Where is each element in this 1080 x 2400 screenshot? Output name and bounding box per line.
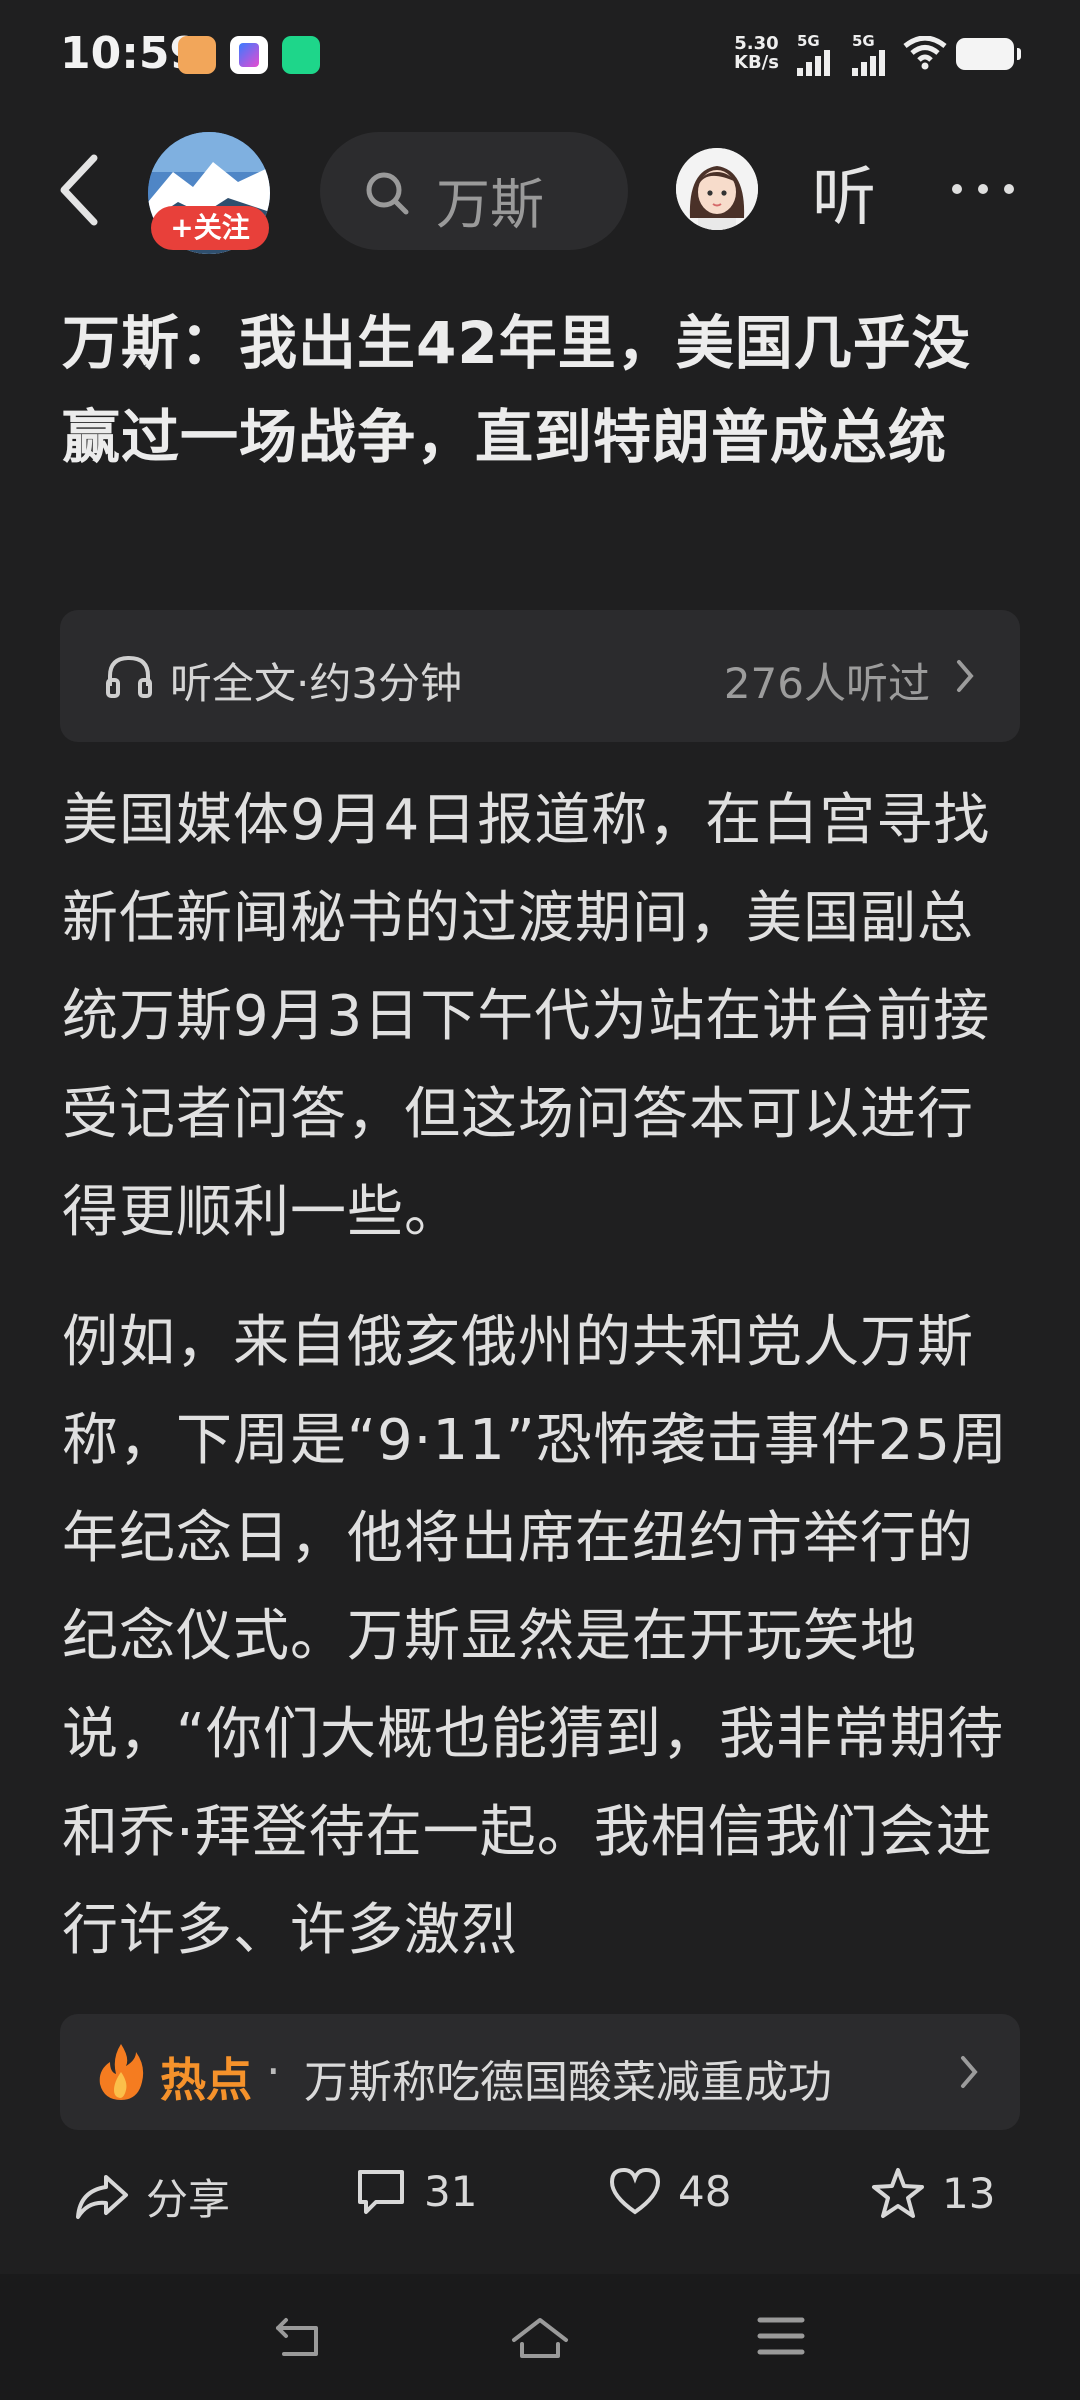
wifi-icon xyxy=(903,36,947,70)
listen-label: 听全文·约3分钟 xyxy=(170,659,463,708)
network-speed: 5.30 KB/s xyxy=(734,34,779,72)
article-paragraph: 例如，来自俄亥俄州的共和党人万斯称，下周是“9·11”恐怖袭击事件25周年纪念日… xyxy=(62,1310,1008,1963)
search-query: 万斯 xyxy=(436,173,544,236)
listen-count: 276人听过 xyxy=(723,659,930,708)
chevron-right-icon xyxy=(957,660,974,692)
favorite-count: 13 xyxy=(942,2168,996,2218)
share-icon xyxy=(76,2174,128,2219)
network-speed-unit: KB/s xyxy=(734,52,779,73)
app-notification-icon xyxy=(178,36,216,74)
star-icon xyxy=(872,2168,924,2218)
heart-icon xyxy=(609,2167,661,2215)
listen-full-text-bar[interactable]: 听全文·约3分钟 276人听过 xyxy=(60,610,1020,742)
hot-label: 热点 xyxy=(160,2053,252,2107)
comment-icon xyxy=(358,2170,404,2214)
favorite-button[interactable]: 13 xyxy=(870,2166,995,2220)
nav-menu-icon[interactable] xyxy=(756,2314,806,2358)
like-count: 48 xyxy=(678,2166,732,2216)
article-paragraph: 美国媒体9月4日报道称，在白宫寻找新任新闻秘书的过渡期间，美国副总统万斯9月3日… xyxy=(62,788,991,1245)
nav-home-icon[interactable] xyxy=(510,2314,570,2362)
search-icon xyxy=(366,172,409,215)
like-button[interactable]: 48 xyxy=(608,2166,731,2216)
app-notification-icon xyxy=(282,36,320,74)
headphones-icon xyxy=(106,655,152,698)
article-title: 万斯：我出生42年里，美国几乎没赢过一场战争，直到特朗普成总统 xyxy=(62,309,971,471)
nav-back-icon[interactable] xyxy=(272,2314,328,2362)
comment-count: 31 xyxy=(424,2166,478,2216)
battery-icon xyxy=(956,38,1021,70)
hot-topic-bar[interactable]: 热点 · 万斯称吃德国酸菜减重成功 xyxy=(60,2014,1020,2130)
status-bar: 10:59 5.30 KB/s 5G 5G xyxy=(0,0,1080,110)
follow-button[interactable]: +关注 xyxy=(151,206,269,250)
app-notification-icon xyxy=(230,36,268,74)
chevron-right-icon xyxy=(961,2056,978,2088)
notification-icons xyxy=(178,36,320,74)
assistant-girl-icon xyxy=(676,148,758,230)
listen-button[interactable]: 听 xyxy=(812,146,876,238)
network-speed-value: 5.30 xyxy=(734,33,779,54)
back-icon[interactable] xyxy=(50,150,110,230)
signal-1-label: 5G xyxy=(797,32,820,50)
share-label: 分享 xyxy=(146,2175,231,2224)
signal-2-label: 5G xyxy=(852,32,875,50)
system-navigation-bar xyxy=(0,2274,1080,2400)
top-navigation: +关注 万斯 听 xyxy=(0,120,1080,270)
action-bar: 分享 31 48 13 xyxy=(0,2150,1080,2244)
hot-separator: · xyxy=(266,2044,281,2098)
flame-icon xyxy=(99,2044,144,2100)
hot-headline: 万斯称吃德国酸菜减重成功 xyxy=(304,2057,832,2108)
assistant-avatar[interactable] xyxy=(676,148,758,230)
share-button[interactable]: 分享 xyxy=(74,2166,230,2227)
search-bar[interactable]: 万斯 xyxy=(320,132,628,250)
more-options-icon[interactable] xyxy=(952,184,1014,194)
comment-button[interactable]: 31 xyxy=(354,2166,477,2216)
